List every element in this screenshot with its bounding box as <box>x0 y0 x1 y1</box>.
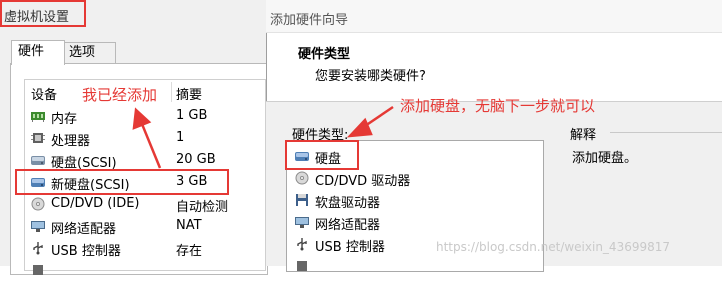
right-arrow-head <box>346 117 373 138</box>
left-arrow-line <box>140 123 162 169</box>
watermark: https://blog.csdn.net/weixin_43699817 <box>436 240 671 254</box>
tab-hardware[interactable]: 硬件 <box>11 40 65 65</box>
annotation-arrows <box>132 105 394 169</box>
left-arrow-head <box>132 107 152 130</box>
